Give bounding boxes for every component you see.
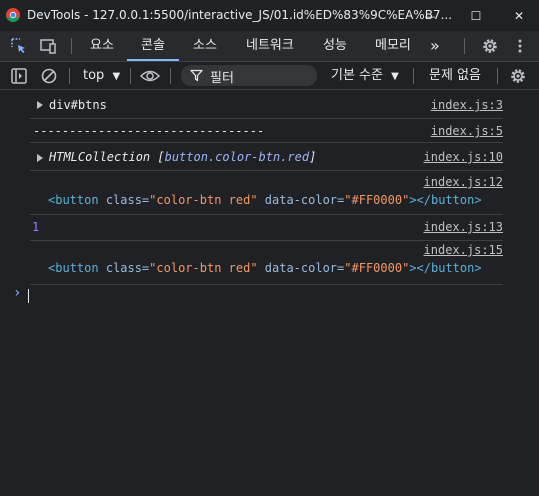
tab-performance[interactable]: 성능	[323, 31, 347, 61]
issues-label: 문제 없음	[429, 68, 481, 83]
source-link[interactable]: index.js:10	[424, 150, 503, 164]
attr-name: class=	[105, 193, 150, 207]
tab-elements-label: 요소	[90, 38, 114, 53]
dropdown-arrow-icon: ▼	[112, 71, 121, 82]
minimize-button[interactable]: —	[419, 5, 441, 27]
attr-value: "color-btn red"	[149, 261, 258, 275]
console-input[interactable]	[28, 289, 29, 303]
issues-counter[interactable]: 문제 없음	[429, 62, 481, 89]
collection-text[interactable]: HTMLCollection [button.color-btn.red]	[49, 150, 316, 164]
log-levels-dropdown[interactable]: 기본 수준 ▼	[331, 62, 399, 89]
tab-network-label: 네트워크	[246, 38, 294, 53]
toolbar-separator	[413, 68, 414, 84]
maximize-button[interactable]: ☐	[465, 5, 487, 27]
minimize-icon: —	[424, 9, 436, 23]
tab-performance-label: 성능	[323, 38, 347, 53]
toolbar-separator	[497, 68, 498, 84]
collection-suffix: ]	[309, 150, 317, 164]
source-link[interactable]: index.js:3	[431, 98, 503, 112]
attr-name: data-color=	[264, 261, 345, 275]
sidebar-toggle-icon[interactable]	[10, 67, 28, 85]
attr-value: "color-btn red"	[149, 193, 258, 207]
context-selector[interactable]: top ▼	[83, 62, 120, 89]
tab-console-label: 콘솔	[141, 38, 165, 53]
expand-triangle-icon[interactable]	[37, 101, 43, 109]
collection-prefix: HTMLCollection [	[49, 150, 165, 164]
toolbar-separator	[130, 68, 131, 84]
tab-network[interactable]: 네트워크	[246, 31, 294, 61]
source-link[interactable]: index.js:12	[424, 175, 503, 189]
source-link[interactable]: index.js:5	[431, 124, 503, 138]
collection-item: button.color-btn.red	[164, 150, 310, 164]
tab-memory-label: 메모리	[375, 38, 411, 53]
message-text: --------------------------------	[33, 124, 265, 138]
filter-input[interactable]: 필터	[181, 65, 317, 86]
tag-open: <button	[48, 193, 99, 207]
attr-value: "#FF0000"	[344, 193, 410, 207]
chevron-double-right-icon: »	[430, 36, 440, 55]
toolbar-separator	[69, 68, 70, 84]
clear-console-icon[interactable]	[40, 67, 58, 85]
tab-console[interactable]: 콘솔	[127, 31, 179, 61]
attr-name: data-color=	[264, 193, 345, 207]
tag-close: ></button>	[409, 193, 482, 207]
tag-close: ></button>	[409, 261, 482, 275]
source-link[interactable]: index.js:13	[424, 220, 503, 234]
chrome-icon	[6, 8, 20, 22]
tag-open: <button	[48, 261, 99, 275]
live-expression-eye-icon[interactable]	[140, 67, 160, 85]
tabbar-separator	[71, 38, 72, 54]
tabbar-separator	[464, 38, 465, 54]
close-button[interactable]: ✕	[508, 5, 530, 27]
active-tab-indicator	[127, 59, 179, 61]
tab-elements[interactable]: 요소	[90, 31, 114, 61]
console-toolbar: top ▼ 필터 기본 수준 ▼ 문제 없음	[0, 62, 539, 90]
more-options-icon[interactable]	[511, 37, 529, 55]
message-text[interactable]: div#btns	[49, 98, 107, 112]
filter-icon	[190, 69, 203, 82]
maximize-icon: ☐	[470, 9, 482, 23]
dropdown-arrow-icon: ▼	[391, 71, 399, 82]
filter-placeholder: 필터	[210, 71, 234, 86]
element-node[interactable]: <button class="color-btn red" data-color…	[48, 193, 482, 207]
settings-gear-icon[interactable]	[481, 37, 499, 55]
console-output: div#btns index.js:3 --------------------…	[0, 90, 539, 496]
attr-value: "#FF0000"	[344, 261, 410, 275]
tab-sources-label: 소스	[193, 38, 217, 53]
tab-sources[interactable]: 소스	[193, 31, 217, 61]
message-number: 1	[32, 220, 40, 234]
attr-name: class=	[105, 261, 150, 275]
toolbar-separator	[170, 68, 171, 84]
tab-memory[interactable]: 메모리	[375, 31, 411, 61]
device-toolbar-icon[interactable]	[39, 37, 57, 55]
window-title: DevTools - 127.0.0.1:5500/interactive_JS…	[27, 8, 453, 22]
context-selector-value: top	[83, 68, 105, 83]
inspect-element-icon[interactable]	[10, 37, 28, 55]
console-settings-gear-icon[interactable]	[509, 67, 527, 85]
more-tabs-button[interactable]: »	[430, 31, 440, 61]
expand-triangle-icon[interactable]	[37, 154, 43, 162]
source-link[interactable]: index.js:15	[424, 243, 503, 257]
title-bar: DevTools - 127.0.0.1:5500/interactive_JS…	[0, 0, 539, 31]
element-node[interactable]: <button class="color-btn red" data-color…	[48, 261, 482, 275]
close-icon: ✕	[513, 9, 525, 23]
console-prompt-icon: ›	[13, 285, 22, 301]
devtools-tabbar: 요소 콘솔 소스 네트워크 성능 메모리 »	[0, 31, 539, 62]
log-levels-label: 기본 수준	[331, 68, 383, 83]
